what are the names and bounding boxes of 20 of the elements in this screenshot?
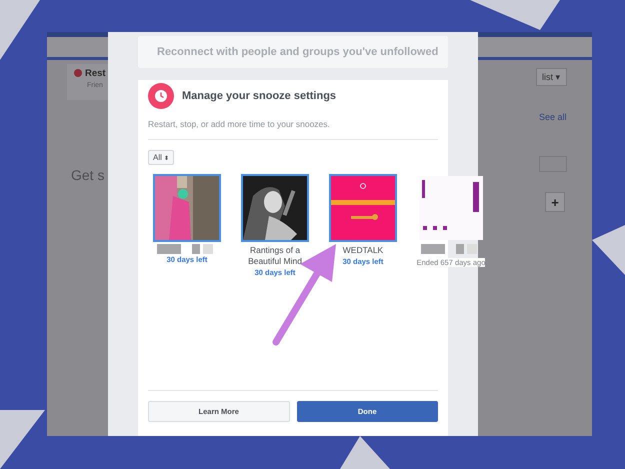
item-name: Rantings of a Beautiful Mind bbox=[247, 245, 303, 267]
snoozed-item-thumbnail[interactable] bbox=[329, 174, 397, 242]
snoozed-item-thumbnail[interactable] bbox=[241, 174, 309, 242]
reconnect-label: Reconnect with people and groups you've unfollowed bbox=[157, 46, 438, 58]
see-all-link[interactable]: See all bbox=[539, 112, 567, 122]
background-triangle bbox=[592, 225, 625, 275]
list-button[interactable]: list ▾ bbox=[536, 68, 566, 86]
background-triangle bbox=[340, 436, 390, 469]
snoozed-item-thumbnail[interactable] bbox=[153, 174, 221, 242]
add-button[interactable]: + bbox=[545, 192, 565, 212]
clock-icon bbox=[148, 83, 174, 109]
snooze-icon bbox=[74, 69, 82, 77]
snooze-title: Manage your snooze settings bbox=[182, 90, 336, 102]
background-triangle bbox=[0, 0, 40, 60]
item-name: WEDTALK bbox=[342, 245, 384, 256]
page-heading: Get s bbox=[71, 167, 104, 183]
snooze-subtitle: Restart, stop, or add more time to your snoozes. bbox=[148, 119, 330, 129]
card-title: Rest bbox=[85, 68, 106, 79]
snoozed-item-thumbnail[interactable] bbox=[417, 174, 485, 242]
background-triangle bbox=[0, 410, 45, 469]
